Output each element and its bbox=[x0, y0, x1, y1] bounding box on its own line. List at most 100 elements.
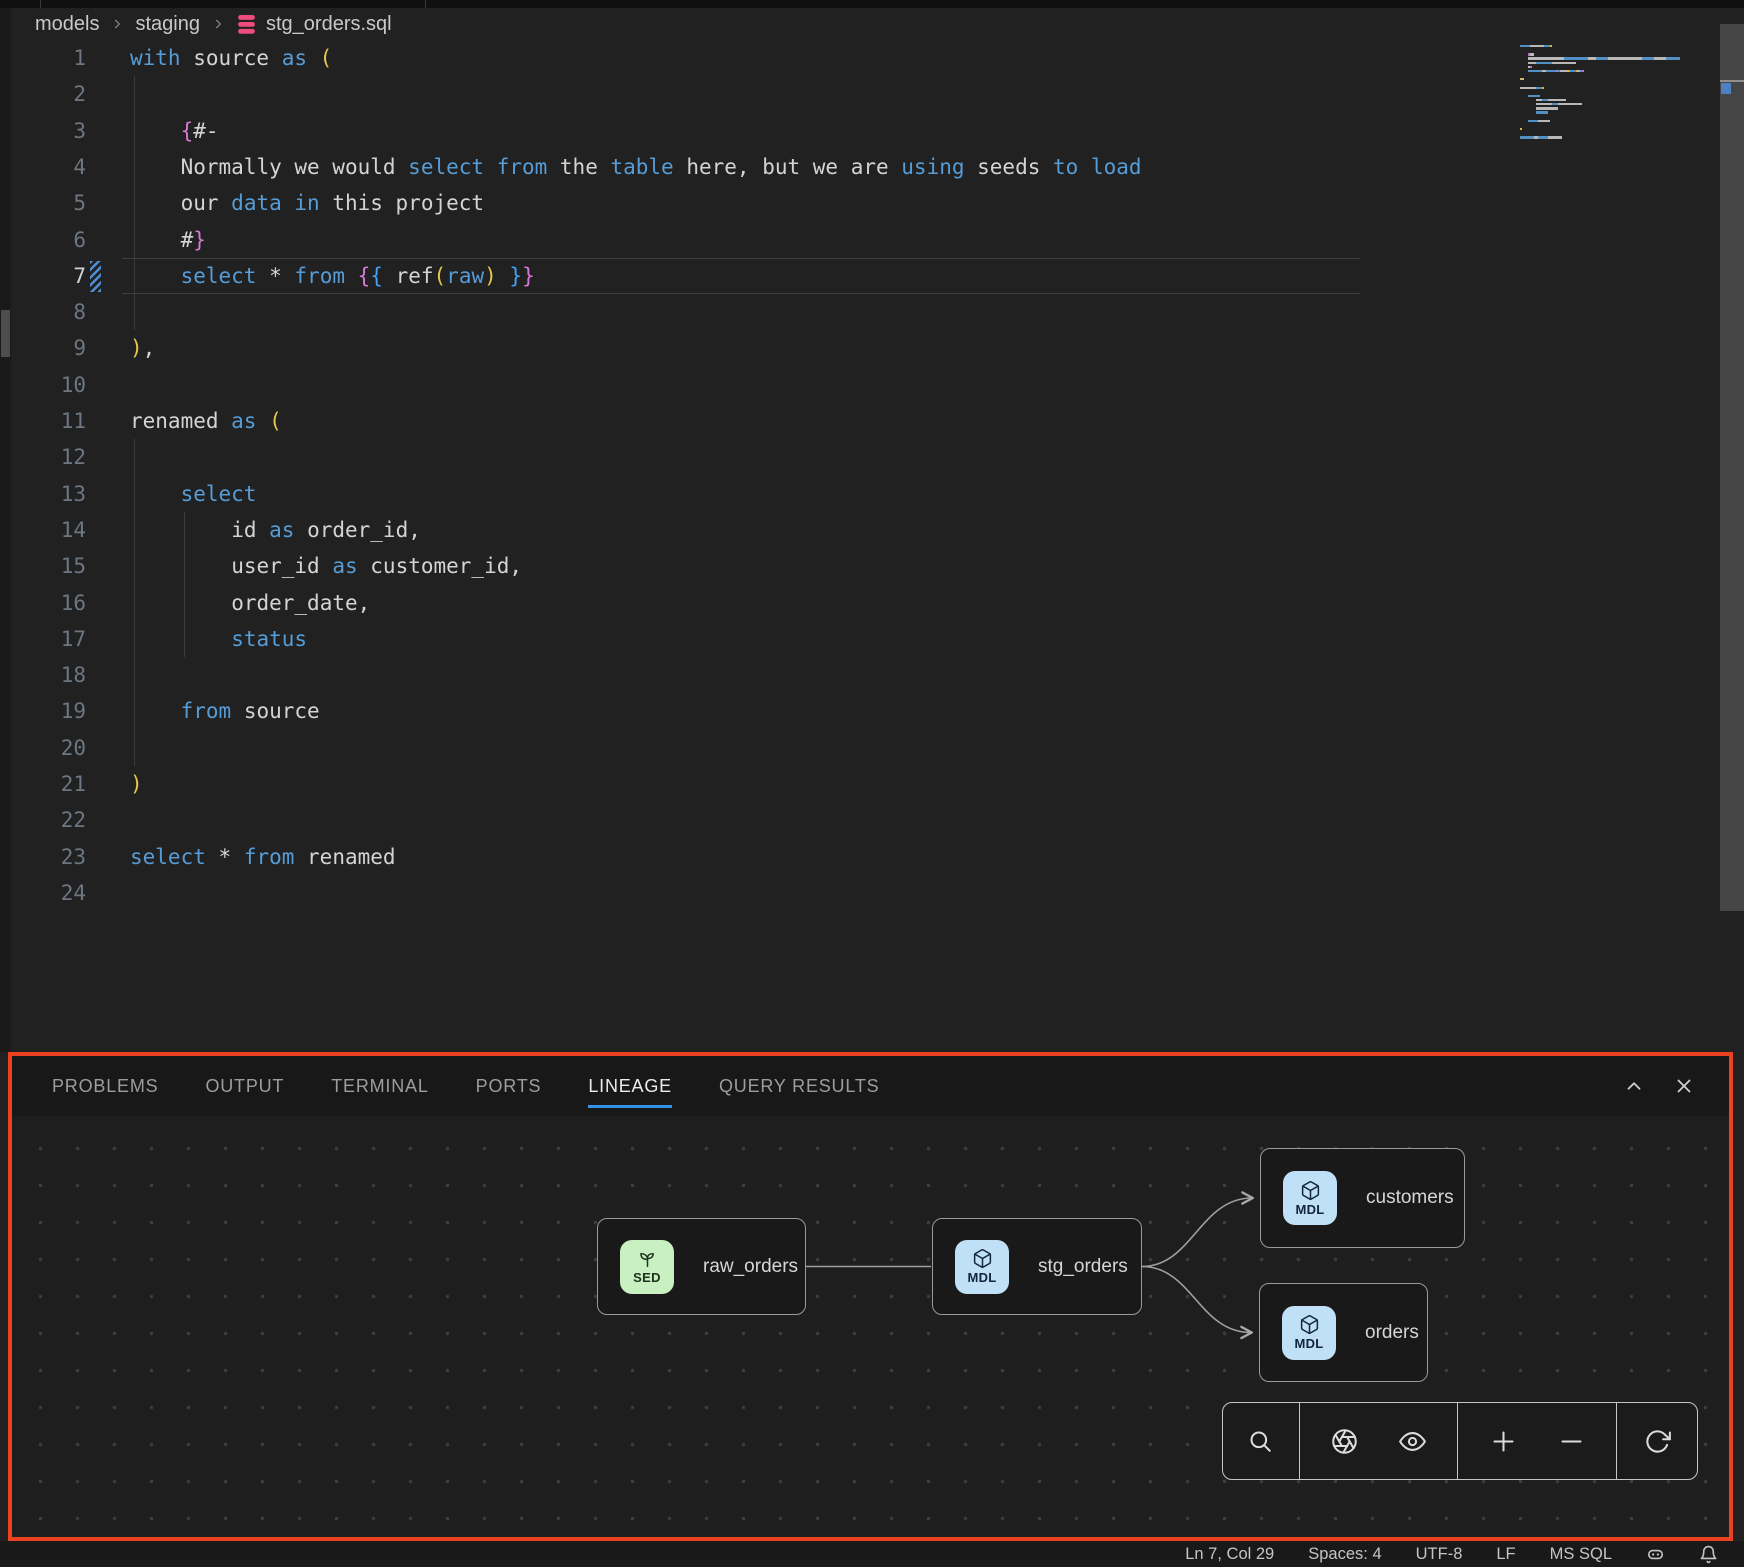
line-number: 17 bbox=[0, 621, 86, 657]
line-number: 11 bbox=[0, 403, 86, 439]
status-cursor-position[interactable]: Ln 7, Col 29 bbox=[1185, 1545, 1274, 1564]
minimap-line bbox=[1520, 87, 1536, 89]
eye-button[interactable] bbox=[1389, 1418, 1435, 1464]
node-badge-model: MDL bbox=[1282, 1306, 1336, 1360]
minimap-line bbox=[1608, 57, 1642, 59]
minimap-line bbox=[1530, 53, 1534, 55]
code-text: {#- bbox=[181, 113, 219, 149]
line-number: 7 bbox=[0, 258, 86, 294]
aperture-button[interactable] bbox=[1321, 1418, 1367, 1464]
code-line-10[interactable]: 10 bbox=[0, 367, 1744, 403]
tab-edge-mark bbox=[425, 0, 426, 8]
code-line-16[interactable]: 16order_date, bbox=[0, 585, 1744, 621]
bell-icon bbox=[1699, 1545, 1718, 1564]
minimap-line bbox=[1528, 70, 1542, 72]
node-badge-seed: SED bbox=[620, 1240, 674, 1294]
code-line-21[interactable]: 21) bbox=[0, 766, 1744, 802]
breadcrumb-item-file[interactable]: stg_orders.sql bbox=[266, 13, 392, 36]
line-number: 13 bbox=[0, 476, 86, 512]
code-line-20[interactable]: 20 bbox=[0, 730, 1744, 766]
code-line-9[interactable]: 9), bbox=[0, 330, 1744, 366]
chevron-up-button[interactable] bbox=[1623, 1075, 1645, 1097]
code-text: select bbox=[181, 476, 257, 512]
status-language-mode[interactable]: MS SQL bbox=[1550, 1545, 1612, 1564]
copilot-button[interactable] bbox=[1646, 1545, 1665, 1564]
code-line-6[interactable]: 6#} bbox=[0, 222, 1744, 258]
code-line-18[interactable]: 18 bbox=[0, 657, 1744, 693]
minimap-line bbox=[1596, 57, 1608, 59]
node-badge-text: SED bbox=[633, 1270, 661, 1285]
minimap[interactable] bbox=[1514, 40, 1714, 165]
code-line-7[interactable]: 7select * from {{ ref(raw) }} bbox=[0, 258, 1744, 294]
line-number: 24 bbox=[0, 875, 86, 911]
code-line-12[interactable]: 12 bbox=[0, 439, 1744, 475]
code-line-15[interactable]: 15user_id as customer_id, bbox=[0, 548, 1744, 584]
line-number: 18 bbox=[0, 657, 86, 693]
code-line-2[interactable]: 2 bbox=[0, 76, 1744, 112]
code-text: order_date, bbox=[231, 585, 370, 621]
status-indentation[interactable]: Spaces: 4 bbox=[1308, 1545, 1381, 1564]
minimap-line bbox=[1546, 70, 1556, 72]
code-text: with source as ( bbox=[130, 40, 332, 76]
code-text: user_id as customer_id, bbox=[231, 548, 522, 584]
minimap-line bbox=[1528, 120, 1538, 122]
status-eol[interactable]: LF bbox=[1496, 1545, 1515, 1564]
code-line-23[interactable]: 23select * from renamed bbox=[0, 839, 1744, 875]
minimap-line bbox=[1542, 87, 1544, 89]
node-badge-model: MDL bbox=[955, 1240, 1009, 1294]
breadcrumb-item-models[interactable]: models bbox=[35, 13, 99, 36]
refresh-icon bbox=[1644, 1428, 1671, 1455]
node-label: raw_orders bbox=[703, 1256, 798, 1278]
code-line-11[interactable]: 11renamed as ( bbox=[0, 403, 1744, 439]
code-line-4[interactable]: 4Normally we would select from the table… bbox=[0, 149, 1744, 185]
chevron-up-icon bbox=[1623, 1075, 1645, 1097]
panel-tab-output[interactable]: OUTPUT bbox=[205, 1076, 284, 1097]
line-number: 20 bbox=[0, 730, 86, 766]
line-number: 23 bbox=[0, 839, 86, 875]
line-number: 12 bbox=[0, 439, 86, 475]
code-line-3[interactable]: 3{#- bbox=[0, 113, 1744, 149]
lineage-node-orders[interactable]: MDLorders bbox=[1259, 1283, 1428, 1382]
panel-tab-query-results[interactable]: QUERY RESULTS bbox=[719, 1076, 879, 1097]
code-line-14[interactable]: 14id as order_id, bbox=[0, 512, 1744, 548]
copilot-icon bbox=[1646, 1545, 1665, 1564]
minus-button[interactable] bbox=[1548, 1418, 1594, 1464]
code-line-1[interactable]: 1 with source as ( bbox=[0, 40, 1744, 76]
code-line-5[interactable]: 5our data in this project bbox=[0, 185, 1744, 221]
close-button[interactable] bbox=[1673, 1075, 1695, 1097]
code-line-17[interactable]: 17status bbox=[0, 621, 1744, 657]
node-badge-model: MDL bbox=[1283, 1171, 1337, 1225]
panel-tab-problems[interactable]: PROBLEMS bbox=[52, 1076, 158, 1097]
code-line-22[interactable]: 22 bbox=[0, 802, 1744, 838]
code-line-13[interactable]: 13 select bbox=[0, 476, 1744, 512]
panel-tab-ports[interactable]: PORTS bbox=[476, 1076, 542, 1097]
lineage-node-stg_orders[interactable]: MDLstg_orders bbox=[932, 1218, 1142, 1315]
minimap-line bbox=[1578, 57, 1588, 59]
node-badge-text: MDL bbox=[1295, 1202, 1324, 1217]
node-badge-text: MDL bbox=[1294, 1336, 1323, 1351]
code-line-19[interactable]: 19from source bbox=[0, 693, 1744, 729]
minimap-line bbox=[1672, 57, 1680, 59]
lineage-node-customers[interactable]: MDLcustomers bbox=[1260, 1148, 1465, 1248]
panel-tabs: PROBLEMS OUTPUT TERMINAL PORTS LINEAGE QUERY … bbox=[52, 1076, 879, 1097]
code-line-24[interactable]: 24 bbox=[0, 875, 1744, 911]
code-editor[interactable]: 1with source as (23{#-4Normally we would… bbox=[0, 40, 1744, 920]
plus-button[interactable] bbox=[1480, 1418, 1526, 1464]
panel-tab-lineage[interactable]: LINEAGE bbox=[588, 1076, 672, 1097]
cube-icon bbox=[1300, 1180, 1321, 1201]
panel-tab-terminal[interactable]: TERMINAL bbox=[331, 1076, 428, 1097]
editor-scrollbar[interactable] bbox=[1720, 24, 1744, 911]
toolbar-group bbox=[1617, 1403, 1697, 1479]
minimap-line bbox=[1560, 70, 1568, 72]
status-encoding[interactable]: UTF-8 bbox=[1416, 1545, 1463, 1564]
line-number: 1 bbox=[0, 40, 86, 76]
refresh-button[interactable] bbox=[1634, 1418, 1680, 1464]
breadcrumb-item-staging[interactable]: staging bbox=[135, 13, 200, 36]
minimap-line bbox=[1528, 62, 1536, 64]
search-button[interactable] bbox=[1238, 1418, 1284, 1464]
bell-button[interactable] bbox=[1699, 1545, 1718, 1564]
code-line-8[interactable]: 8 bbox=[0, 294, 1744, 330]
minimap-line bbox=[1536, 62, 1546, 64]
plus-icon bbox=[1490, 1428, 1517, 1455]
lineage-node-raw_orders[interactable]: SED raw_orders bbox=[597, 1218, 806, 1315]
